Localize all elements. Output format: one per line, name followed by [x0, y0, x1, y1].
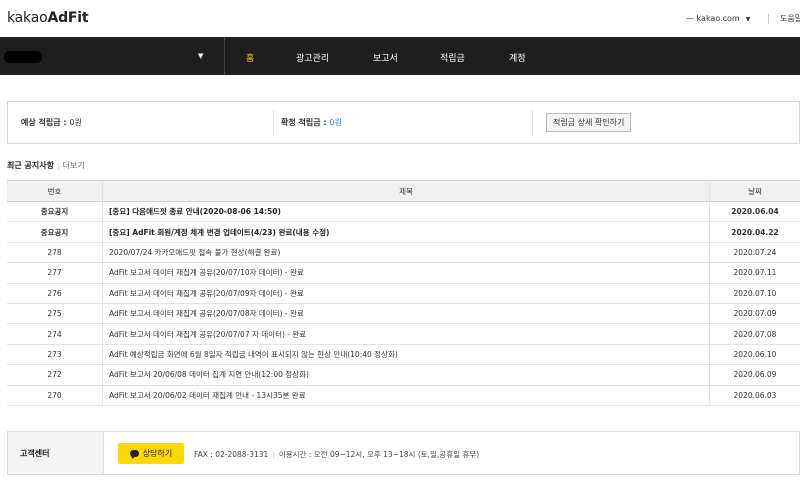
notice-number: 274	[7, 324, 103, 344]
service-hours: 이용시간 : 오전 09~12시, 오후 13~18시 (토,일,공휴일 휴무)	[278, 450, 480, 459]
divider	[768, 14, 769, 24]
notice-date: 2020.06.09	[733, 370, 777, 380]
notice-date: 2020.07.10	[733, 288, 777, 298]
notice-number: 중요공지	[7, 222, 103, 242]
top-header: kakaoAdFit — kakao.com ▼ 도움말	[0, 0, 800, 37]
customer-center-label: 고객센터	[20, 449, 50, 458]
chevron-down-icon: ▼	[745, 16, 751, 23]
notice-title-link[interactable]: 2020/07/24 카카오애드핏 접속 불가 현상(해결 완료)	[103, 242, 710, 263]
notice-title-link[interactable]: [중요] AdFit 회원/계정 체계 변경 업데이트(4/23) 완료(내용 …	[103, 222, 710, 242]
notice-number: 277	[7, 263, 103, 283]
notice-date: 2020.07.08	[733, 329, 777, 339]
notice-title-link[interactable]: AdFit 보고서 데이터 재집계 공유(20/07/09자 데이터) - 완료	[103, 283, 710, 303]
table-row[interactable]: 중요공지 [중요] 다음애드핏 종료 안내(2020-08-06 14:50) 20…	[7, 202, 800, 223]
notice-date: 2020.07.24	[733, 247, 777, 257]
divider	[532, 110, 533, 136]
help-link[interactable]: 도움말	[780, 13, 800, 24]
confirmed-earnings: 확정 적립금 : 0원	[281, 118, 342, 127]
notice-title-link[interactable]: AdFit 보고서 데이터 재집계 공유(20/07/07 자 데이터) - 완…	[103, 324, 710, 344]
fax-number: FAX : 02-2088-3131	[194, 450, 269, 459]
nav-earnings[interactable]: 적립금	[440, 51, 465, 64]
notice-header: 최근 공지사항 | 더보기	[7, 161, 85, 170]
notice-title-link[interactable]: AdFit 보고서 20/06/02 데이터 재집계 안내 - 13시35분 완…	[103, 385, 710, 405]
notice-title-link[interactable]: [중요] 다음애드핏 종료 안내(2020-08-06 14:50)	[103, 202, 710, 222]
main-nav: ▼ 홈 광고관리 보고서 적립금 계정	[0, 37, 800, 75]
column-header-title: 제목	[103, 181, 710, 201]
table-row[interactable]: 273 AdFit 예상적립금 화면에 6월 8일자 적립금 내역이 표시되지 않…	[7, 344, 800, 366]
notice-date: 2020.07.09	[733, 309, 777, 319]
earnings-summary: 예상 적립금 : 0원 확정 적립금 : 0원 적립금 상세 확인하기	[7, 101, 800, 144]
notice-number: 272	[7, 365, 103, 385]
kakao-adfit-logo[interactable]: kakaoAdFit	[7, 10, 89, 26]
consult-button[interactable]: 상담하기	[118, 443, 184, 464]
notice-title-link[interactable]: AdFit 보고서 20/06/08 데이터 집계 지연 안내(12:00 정상…	[103, 365, 710, 385]
notice-date: 2020.07.11	[733, 268, 777, 278]
notice-number: 273	[7, 344, 103, 365]
notice-date: 2020.06.03	[733, 390, 777, 400]
nav-home[interactable]: 홈	[246, 51, 254, 64]
notice-date: 2020.06.10	[733, 349, 777, 359]
account-dropdown[interactable]: — kakao.com ▼	[686, 14, 750, 23]
table-row[interactable]: 272 AdFit 보고서 20/06/08 데이터 집계 지연 안내(12:00…	[7, 365, 800, 386]
table-row[interactable]: 274 AdFit 보고서 데이터 재집계 공유(20/07/07 자 데이터) …	[7, 324, 800, 345]
earnings-detail-button[interactable]: 적립금 상세 확인하기	[546, 113, 632, 132]
notice-more-link[interactable]: 더보기	[63, 161, 85, 170]
notice-number: 276	[7, 283, 103, 303]
table-row[interactable]: 중요공지 [중요] AdFit 회원/계정 체계 변경 업데이트(4/23) 완료…	[7, 222, 800, 243]
table-header: 번호 제목 날짜	[7, 181, 800, 202]
notice-date: 2020.04.22	[731, 227, 779, 237]
chevron-down-icon[interactable]: ▼	[198, 52, 203, 60]
expected-earnings: 예상 적립금 : 0원	[21, 118, 82, 127]
notice-title-link[interactable]: AdFit 보고서 데이터 재집계 공유(20/07/08자 데이터) - 완료	[103, 303, 710, 324]
table-row[interactable]: 270 AdFit 보고서 20/06/02 데이터 재집계 안내 - 13시35…	[7, 385, 800, 406]
notice-title: 최근 공지사항	[7, 161, 54, 170]
notice-number: 중요공지	[7, 202, 103, 222]
customer-center: 고객센터 상담하기 FAX : 02-2088-3131 | 이용시간 : 오전 0…	[7, 431, 800, 475]
notice-date: 2020.06.04	[731, 207, 779, 217]
table-row[interactable]: 275 AdFit 보고서 데이터 재집계 공유(20/07/08자 데이터) -…	[7, 303, 800, 325]
chat-bubble-icon	[129, 450, 139, 459]
divider	[224, 37, 225, 75]
notice-table: 번호 제목 날짜 중요공지 [중요] 다음애드핏 종료 안내(2020-08-06…	[7, 180, 800, 406]
nav-ad-management[interactable]: 광고관리	[296, 51, 329, 64]
column-header-no: 번호	[7, 181, 103, 201]
divider	[273, 110, 274, 136]
notice-number: 270	[7, 385, 103, 405]
notice-title-link[interactable]: AdFit 보고서 데이터 재집계 공유(20/07/10자 데이터) - 완료	[103, 263, 710, 283]
table-row[interactable]: 277 AdFit 보고서 데이터 재집계 공유(20/07/10자 데이터) -…	[7, 263, 800, 284]
table-row[interactable]: 278 2020/07/24 카카오애드핏 접속 불가 현상(해결 완료) 2020…	[7, 242, 800, 264]
table-row[interactable]: 276 AdFit 보고서 데이터 재집계 공유(20/07/09자 데이터) -…	[7, 283, 800, 304]
notice-number: 275	[7, 303, 103, 324]
nav-report[interactable]: 보고서	[373, 51, 398, 64]
notice-title-link[interactable]: AdFit 예상적립금 화면에 6월 8일자 적립금 내역이 표시되지 않는 현…	[103, 344, 710, 365]
column-header-date: 날짜	[748, 186, 762, 196]
nav-account[interactable]: 계정	[509, 51, 526, 64]
customer-center-info: FAX : 02-2088-3131 | 이용시간 : 오전 09~12시, 오후 …	[194, 450, 480, 459]
account-selector-redacted[interactable]	[4, 51, 42, 63]
notice-number: 278	[7, 242, 103, 263]
